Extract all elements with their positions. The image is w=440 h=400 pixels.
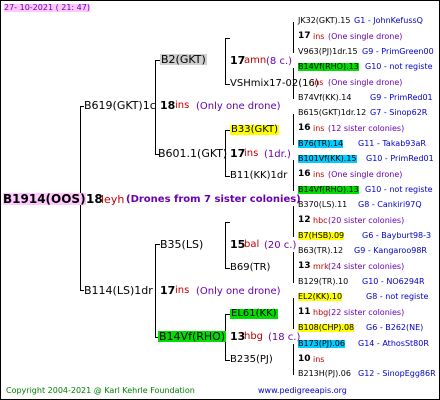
gen4-id-20[interactable]: B108(CHP).08: [298, 324, 355, 332]
root-code: leyh: [101, 193, 125, 206]
gen4-note-1: (One single drone): [328, 32, 403, 41]
connector: [225, 222, 226, 269]
gen4-group-11: G10 - not registe: [365, 185, 433, 194]
gen4-id-21[interactable]: B173(PJ).06: [298, 340, 345, 348]
gen4-code-22: ins: [313, 355, 325, 364]
gen1-top-num: 18: [160, 99, 176, 112]
root-queen[interactable]: B1914(OOS): [3, 193, 86, 205]
gen4-num-16: 13: [298, 261, 311, 271]
gen4-group-9: G10 - PrimRed01: [366, 154, 434, 163]
connector: [225, 38, 226, 85]
gen4-num-7: 16: [298, 123, 311, 133]
gen4-group-18: G8 - not registe: [366, 292, 429, 301]
site-link[interactable]: www.pedigreeapis.org: [258, 387, 347, 395]
gen1-top-note: (Only one drone): [196, 101, 281, 112]
connector: [293, 114, 294, 145]
connector: [225, 38, 230, 39]
gen4-group-2: G9 - PrimGreen00: [362, 47, 434, 56]
gen3-f-id[interactable]: B69(TR): [230, 263, 270, 273]
gen4-id-9[interactable]: B101Vf(KK).15: [298, 155, 357, 163]
gen4-group-17: G10 - NO6294R: [362, 277, 425, 286]
gen4-group-20: G6 - B262(NE): [366, 323, 424, 332]
gen4-group-0: G1 - JohnKefussQ: [354, 16, 423, 25]
gen3-d-id[interactable]: B11(KK)1dr: [230, 171, 287, 181]
gen1-bottom-id[interactable]: B114(LS)1dr: [84, 285, 153, 296]
gen4-id-11[interactable]: B14Vf(RHO).13: [298, 186, 359, 194]
gen4-id-2[interactable]: V963(PJ)1dr.15: [298, 48, 358, 56]
gen4-code-1: ins: [313, 32, 325, 41]
gen4-note-19: (22 sister colonies): [328, 308, 405, 317]
timestamp: 27- 10-2021 ( 21: 47): [4, 3, 90, 12]
gen1-top-code: ins: [175, 100, 190, 111]
copyright: Copyright 2004-2021 @ Karl Kehrle Founda…: [6, 386, 195, 395]
gen4-group-6: G7 - Sinop62R: [370, 108, 428, 117]
gen4-num-19: 11: [298, 307, 311, 317]
gen1-bottom-code: ins: [175, 285, 190, 296]
connector: [155, 244, 156, 337]
gen1-top-id[interactable]: B619(GKT)1c: [84, 100, 156, 111]
gen4-code-4: ins: [312, 78, 324, 87]
gen3-h-note: (18 c.): [268, 332, 301, 343]
gen4-id-18[interactable]: EL2(KK).10: [298, 293, 343, 301]
gen3-e-code: bal: [244, 239, 260, 250]
gen4-id-0[interactable]: JK32(GKT).15: [298, 17, 350, 25]
gen4-id-12[interactable]: B370(LS).11: [298, 201, 347, 209]
gen3-b-id[interactable]: VSHmix17-02(16): [230, 79, 319, 89]
gen4-id-14[interactable]: B7(HSB).09: [298, 232, 345, 240]
gen4-group-15: G9 - Kangaroo98R: [354, 246, 427, 255]
gen3-i-id[interactable]: B235(PJ): [230, 355, 273, 365]
gen4-note-4: (One single drone): [328, 78, 403, 87]
gen4-group-14: G6 - Bayburt98-3: [362, 231, 432, 240]
connector: [293, 160, 294, 191]
gen4-id-5[interactable]: B74Vf(KK).14: [298, 94, 351, 102]
gen4-id-8[interactable]: B76(TR).14: [298, 140, 344, 148]
gen4-id-17[interactable]: B129(TR).10: [298, 278, 348, 286]
gen4-note-10: (One single drone): [328, 170, 403, 179]
gen4-code-19: hbg: [313, 308, 329, 317]
connector: [293, 252, 294, 283]
gen3-e-note: (20 c.): [264, 240, 297, 251]
gen2-b-code: ins: [244, 148, 259, 159]
gen4-code-16: mrk: [313, 262, 329, 271]
gen1-bottom-note: (Only one drone): [196, 286, 281, 297]
gen4-note-7: (12 sister colonies): [328, 124, 405, 133]
gen3-c-id[interactable]: B33(GKT): [230, 125, 280, 135]
gen4-id-6[interactable]: B615(GKT)1dr.12: [298, 109, 366, 117]
gen4-id-23[interactable]: B213H(PJ).06: [298, 370, 351, 378]
connector: [293, 22, 294, 53]
gen4-num-13: 12: [298, 215, 311, 225]
gen4-note-16: (24 sister colonies): [328, 262, 405, 271]
gen4-code-13: hbc: [313, 216, 328, 225]
gen4-id-15[interactable]: B63(TR).12: [298, 247, 343, 255]
gen4-num-10: 16: [298, 169, 311, 179]
gen2-b-note: (1dr.): [264, 149, 291, 160]
gen4-group-8: G11 - Takab93aR: [358, 139, 426, 148]
gen2-a-id[interactable]: B2(GKT): [160, 54, 207, 65]
gen4-id-3[interactable]: B14Vf(RHO).13: [298, 63, 359, 71]
gen3-g-id[interactable]: EL61(KK): [230, 309, 278, 319]
gen3-a-note: (8 c.): [266, 56, 293, 67]
connector: [293, 298, 294, 329]
gen4-num-22: 10: [298, 354, 311, 364]
connector: [225, 222, 230, 223]
gen2-b-id[interactable]: B601.1(GKT): [158, 148, 227, 159]
gen4-code-10: ins: [313, 170, 325, 179]
gen2-c-id[interactable]: B35(LS): [160, 239, 203, 250]
gen4-code-7: ins: [313, 124, 325, 133]
gen4-num-1: 17: [298, 31, 311, 41]
gen4-note-13: (20 sister colonies): [328, 216, 405, 225]
gen3-a-code: amn: [244, 55, 267, 66]
connector: [293, 344, 294, 375]
gen3-h-code: hbg: [244, 331, 264, 342]
gen4-group-23: G12 - SinopEgg86R: [358, 369, 436, 378]
gen4-group-12: G8 - Cankiri97Q: [358, 200, 422, 209]
gen4-group-5: G9 - PrimRed01: [370, 93, 433, 102]
gen1-bottom-num: 17: [160, 284, 176, 297]
root-note: (Drones from 7 sister colonies): [126, 194, 301, 205]
gen4-group-3: G10 - not registe: [365, 62, 433, 71]
connector: [293, 206, 294, 237]
gen2-d-id[interactable]: B14Vf(RHO): [158, 331, 227, 342]
gen4-group-21: G14 - AthosSt80R: [358, 339, 429, 348]
